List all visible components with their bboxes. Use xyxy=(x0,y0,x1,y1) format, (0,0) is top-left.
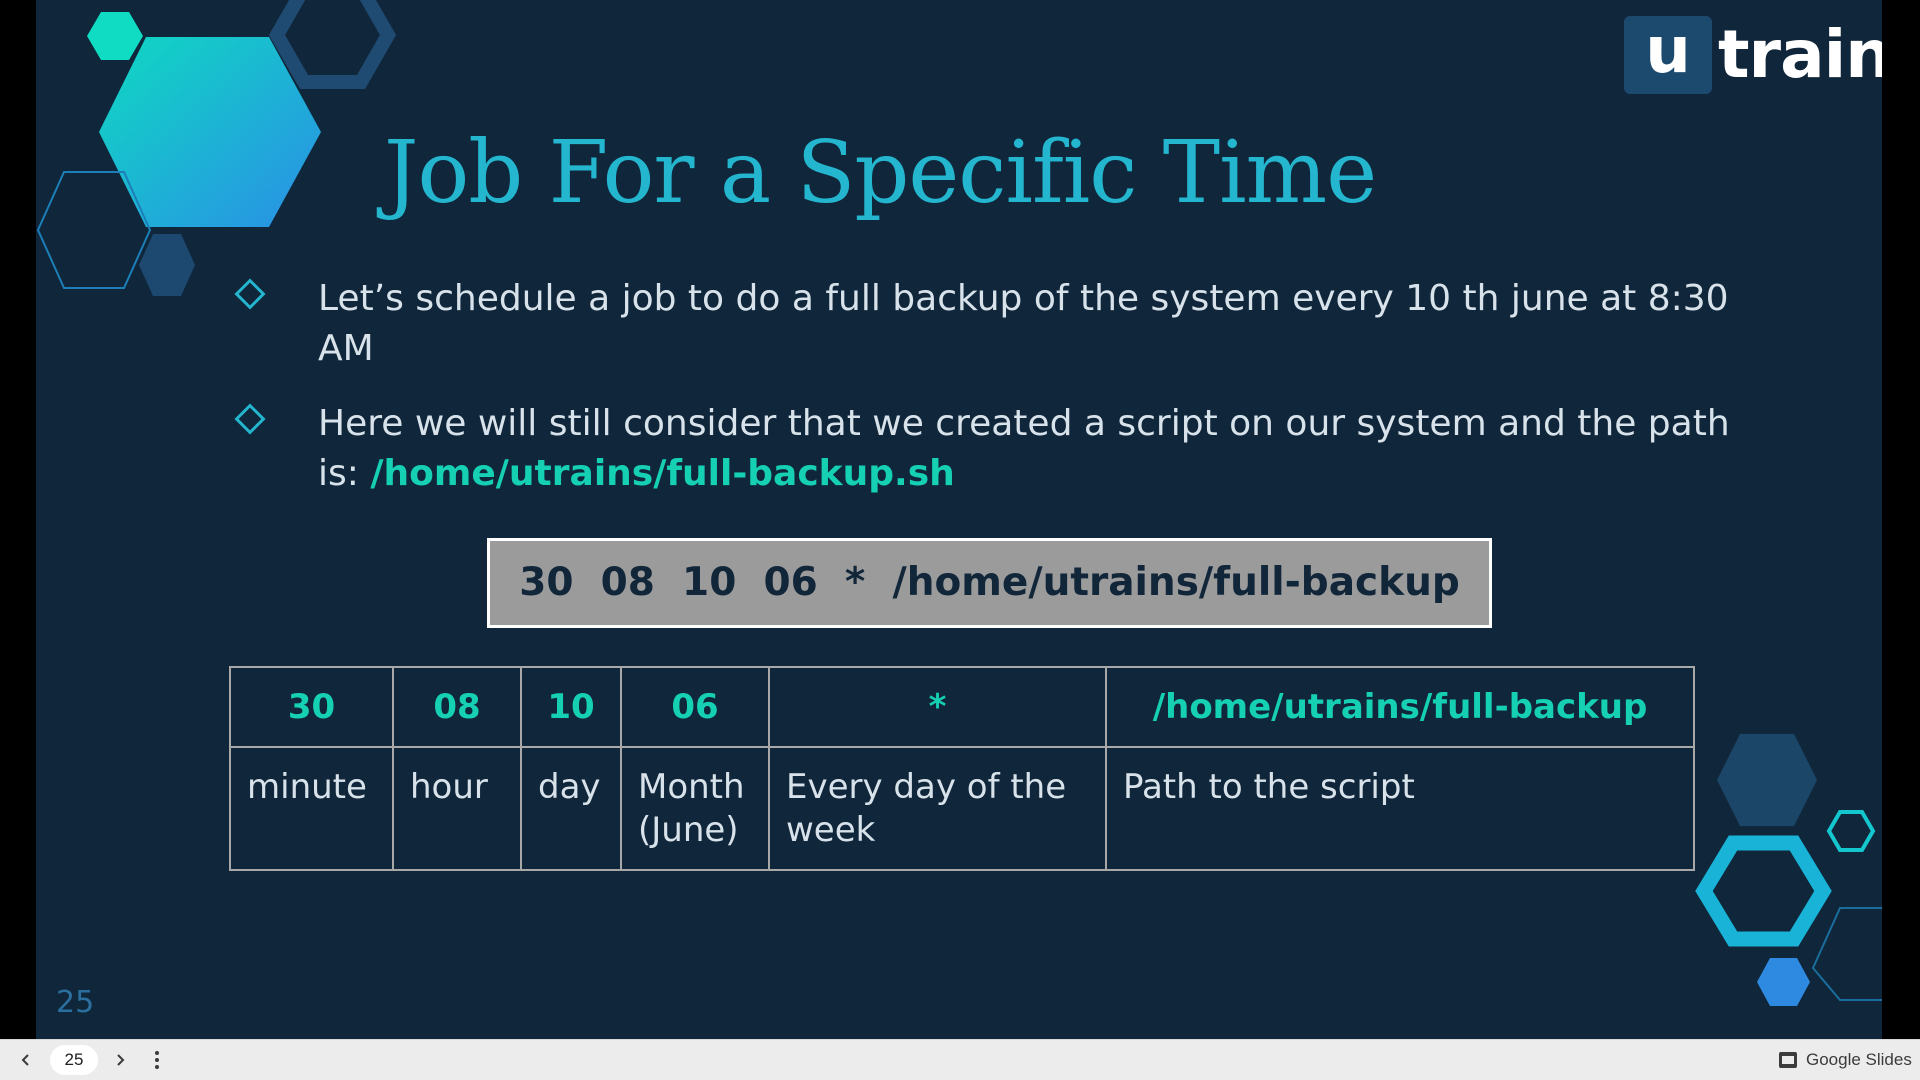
table-cell: 08 xyxy=(392,666,522,748)
hex-right-outline-thin xyxy=(1811,907,1882,1001)
logo-mark: u xyxy=(1624,16,1712,94)
bullet-text: Let’s schedule a job to do a full backup… xyxy=(318,274,1751,374)
table-header-row: 30 08 10 06 * /home/utrains/full-backup xyxy=(229,666,1695,748)
hex-outline-top xyxy=(268,0,397,89)
table-cell: 06 xyxy=(620,666,770,748)
hex-small-teal xyxy=(87,12,143,60)
next-slide-button[interactable] xyxy=(106,1046,134,1074)
bullet-path: /home/utrains/full-backup.sh xyxy=(370,453,955,494)
slides-icon xyxy=(1779,1052,1797,1068)
cron-command-box: 30 08 10 06 * /home/utrains/full-backup xyxy=(487,538,1492,628)
hex-right-outline-large xyxy=(1695,835,1832,947)
table-cell: Month (June) xyxy=(620,746,770,871)
table-cell: /home/utrains/full-backup xyxy=(1105,666,1695,748)
diamond-bullet-icon xyxy=(234,278,266,310)
google-slides-link[interactable]: Google Slides xyxy=(1778,1040,1912,1080)
table-cell: 10 xyxy=(520,666,622,748)
hex-right-navy xyxy=(1717,734,1817,826)
utrain-logo: u train xyxy=(1624,16,1882,94)
diamond-bullet-icon xyxy=(234,403,266,435)
chevron-right-icon xyxy=(117,1054,125,1066)
more-vert-icon xyxy=(155,1051,159,1069)
table-cell: minute xyxy=(229,746,394,871)
bullet-item: Let’s schedule a job to do a full backup… xyxy=(231,274,1751,374)
more-options-button[interactable] xyxy=(143,1046,171,1074)
table-cell: Path to the script xyxy=(1105,746,1695,871)
hex-small-navy xyxy=(139,234,195,296)
current-page-indicator[interactable]: 25 xyxy=(50,1045,98,1075)
logo-text: train xyxy=(1718,16,1882,93)
hex-right-blue xyxy=(1757,958,1810,1006)
bullet-text: Here we will still consider that we crea… xyxy=(318,399,1751,499)
cron-fields-table: 30 08 10 06 * /home/utrains/full-backup … xyxy=(229,666,1695,871)
slide-canvas: u train Job For a Specific Time Let’s sc… xyxy=(36,0,1882,1039)
bullet-item: Here we will still consider that we crea… xyxy=(231,399,1751,499)
slide-title: Job For a Specific Time xyxy=(384,123,1377,223)
table-row: minute hour day Month (June) Every day o… xyxy=(229,746,1695,871)
slide-page-number: 25 xyxy=(56,985,95,1020)
table-cell: hour xyxy=(392,746,522,871)
table-cell: Every day of the week xyxy=(768,746,1107,871)
app-name-label: Google Slides xyxy=(1806,1050,1912,1069)
presentation-toolbar: 25 Google Slides xyxy=(0,1039,1920,1080)
table-cell: 30 xyxy=(229,666,394,748)
table-cell: * xyxy=(768,666,1107,748)
hex-right-outline-small xyxy=(1826,810,1876,852)
table-cell: day xyxy=(520,746,622,871)
bullet-text-content: Let’s schedule a job to do a full backup… xyxy=(318,278,1729,369)
previous-slide-button[interactable] xyxy=(12,1046,40,1074)
chevron-left-icon xyxy=(21,1054,29,1066)
